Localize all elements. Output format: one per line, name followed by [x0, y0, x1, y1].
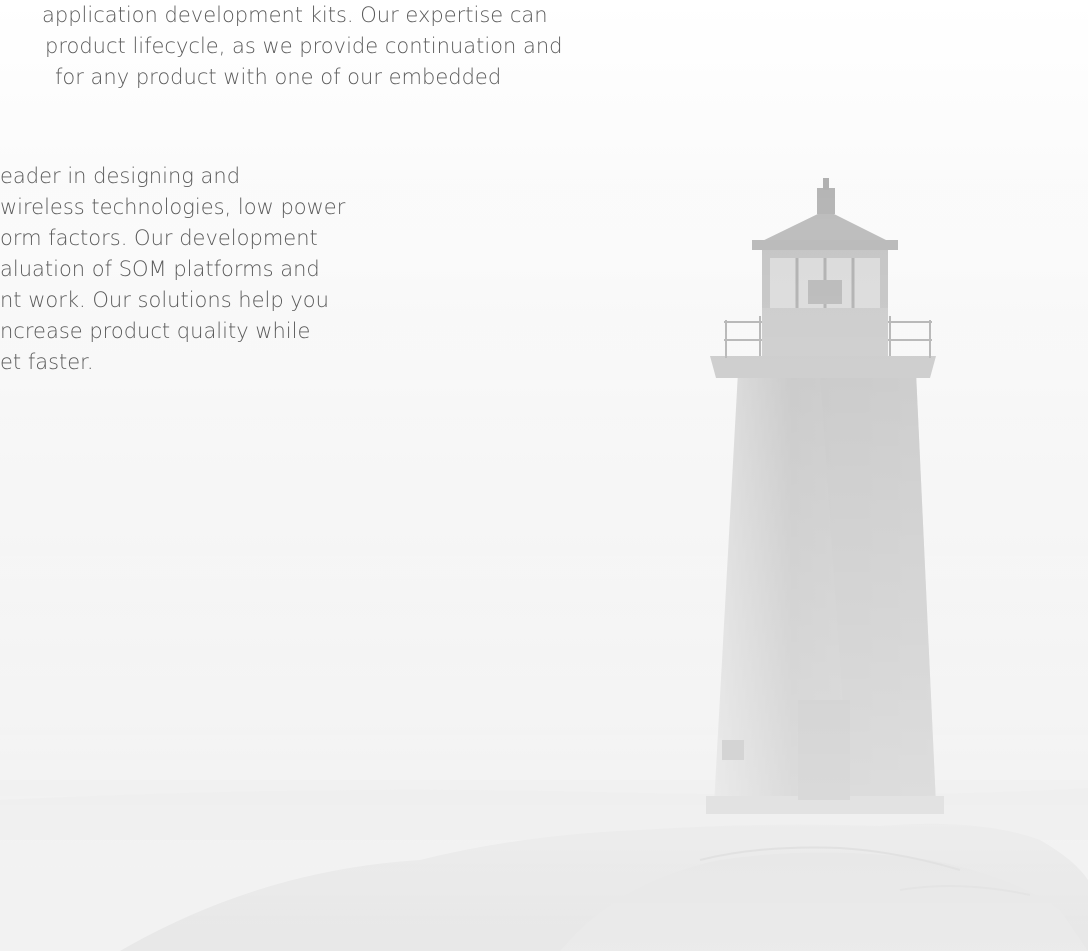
text-line: eader in designing and: [0, 164, 241, 188]
text-line: et faster.: [0, 350, 94, 374]
text-line: orm factors. Our development: [0, 226, 318, 250]
text-line: nt work. Our solutions help you: [0, 288, 329, 312]
hero-section: application development kits. Our expert…: [0, 0, 1088, 951]
intro-paragraph-1: application development kits. Our expert…: [0, 0, 680, 93]
text-line: aluation of SOM platforms and: [0, 257, 320, 281]
text-line: for any product with one of our embedded: [55, 65, 502, 89]
text-line: ncrease product quality while: [0, 319, 311, 343]
text-line: product lifecycle, as we provide continu…: [45, 34, 563, 58]
text-line: application development kits. Our expert…: [42, 3, 548, 27]
intro-paragraph-2: eader in designing and wireless technolo…: [0, 161, 440, 378]
lighthouse-icon: [0, 0, 1088, 951]
text-line: wireless technologies, low power: [0, 195, 346, 219]
